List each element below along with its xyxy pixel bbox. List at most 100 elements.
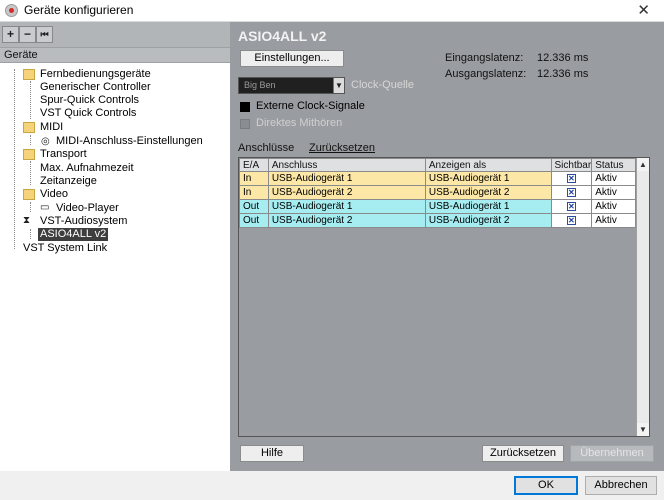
- tree-node-midi[interactable]: MIDI: [40, 121, 63, 134]
- cancel-button[interactable]: Abbrechen: [585, 476, 657, 495]
- connections-table: E/A Anschluss Anzeigen als Sichtbar Stat…: [238, 157, 650, 437]
- chevron-up-icon[interactable]: ▲: [637, 158, 649, 171]
- tree-node-track-quick-controls[interactable]: Spur-Quick Controls: [40, 94, 139, 107]
- column-header-visible[interactable]: Sichtbar: [550, 158, 593, 172]
- input-latency-label: Eingangslatenz:: [445, 52, 524, 64]
- help-button[interactable]: Hilfe: [240, 445, 304, 462]
- visible-checkbox[interactable]: ✕: [566, 216, 576, 225]
- tree-node-video-player[interactable]: Video-Player: [56, 202, 119, 215]
- folder-icon: [23, 189, 35, 200]
- clock-source-select[interactable]: Big Ben ▼: [238, 77, 345, 94]
- direct-monitor-checkbox[interactable]: [240, 119, 250, 129]
- status-cell: Aktiv: [591, 185, 636, 200]
- column-header-show-as[interactable]: Anzeigen als: [424, 158, 552, 172]
- port-cell: USB-Audiogerät 2: [267, 213, 426, 228]
- output-latency-label: Ausgangslatenz:: [445, 68, 527, 80]
- reset-connections-link[interactable]: Zurücksetzen: [309, 142, 375, 154]
- show-as-cell[interactable]: USB-Audiogerät 1: [424, 199, 552, 214]
- status-cell: Aktiv: [591, 171, 636, 186]
- tree-node-asio4all[interactable]: ASIO4ALL v2: [38, 228, 109, 241]
- dialog-footer: OK Abbrechen: [0, 471, 664, 500]
- visible-checkbox[interactable]: ✕: [566, 188, 576, 197]
- table-scrollbar[interactable]: ▲ ▼: [636, 158, 649, 436]
- device-toolbar: + − ⏮: [0, 22, 230, 48]
- port-cell: USB-Audiogerät 1: [267, 199, 426, 214]
- connections-label: Anschlüsse: [238, 142, 295, 154]
- clock-source-label: Clock-Quelle: [351, 79, 414, 91]
- external-clock-label: Externe Clock-Signale: [256, 100, 365, 112]
- output-latency-value: 12.336 ms: [537, 68, 589, 80]
- io-cell: Out: [239, 199, 269, 214]
- device-settings-pane: ASIO4ALL v2 Einstellungen... Eingangslat…: [230, 22, 664, 471]
- folder-icon: [23, 149, 35, 160]
- remove-device-button[interactable]: −: [19, 26, 36, 43]
- folder-icon: [23, 122, 35, 133]
- tree-connector: [14, 69, 15, 249]
- visible-cell: ✕: [550, 185, 593, 200]
- tree-node-remote-devices[interactable]: Fernbedienungsgeräte: [40, 68, 151, 81]
- device-list-pane: + − ⏮ Geräte Fernbedienungsgeräte Generi…: [0, 22, 230, 471]
- column-header-io[interactable]: E/A: [239, 158, 269, 172]
- visible-checkbox[interactable]: ✕: [566, 174, 576, 183]
- show-as-cell[interactable]: USB-Audiogerät 2: [424, 213, 552, 228]
- tree-node-vst-system-link[interactable]: VST System Link: [23, 242, 107, 255]
- window-title: Geräte konfigurieren: [24, 3, 134, 17]
- cubase-logo-icon: [5, 4, 18, 17]
- close-icon[interactable]: ✕: [637, 1, 650, 19]
- panel-title: ASIO4ALL v2: [238, 28, 327, 44]
- visible-checkbox[interactable]: ✕: [566, 202, 576, 211]
- settings-button[interactable]: Einstellungen...: [240, 50, 344, 67]
- show-as-cell[interactable]: USB-Audiogerät 2: [424, 185, 552, 200]
- io-cell: In: [239, 185, 269, 200]
- device-tree: Fernbedienungsgeräte Generischer Control…: [0, 62, 230, 471]
- external-clock-checkbox[interactable]: [240, 102, 250, 112]
- status-cell: Aktiv: [591, 199, 636, 214]
- apply-button[interactable]: Übernehmen: [570, 445, 654, 462]
- reset-device-button[interactable]: ⏮: [36, 26, 53, 43]
- visible-cell: ✕: [550, 199, 593, 214]
- tree-connector: [30, 135, 31, 145]
- visible-cell: ✕: [550, 213, 593, 228]
- reset-button[interactable]: Zurücksetzen: [482, 445, 564, 462]
- tree-node-time-display[interactable]: Zeitanzeige: [40, 175, 97, 188]
- tree-node-generic-controller[interactable]: Generischer Controller: [40, 81, 151, 94]
- input-latency-value: 12.336 ms: [537, 52, 589, 64]
- chevron-down-icon[interactable]: ▼: [637, 423, 649, 436]
- status-cell: Aktiv: [591, 213, 636, 228]
- ok-button[interactable]: OK: [514, 476, 578, 495]
- tree-connector: [30, 161, 31, 185]
- title-bar: Geräte konfigurieren ✕: [0, 0, 664, 22]
- tree-node-video[interactable]: Video: [40, 188, 68, 201]
- video-player-icon: ▭: [40, 202, 50, 213]
- io-cell: In: [239, 171, 269, 186]
- tree-node-max-record-time[interactable]: Max. Aufnahmezeit: [40, 162, 134, 175]
- tree-connector: [30, 229, 31, 239]
- direct-monitor-label: Direktes Mithören: [256, 117, 343, 129]
- port-cell: USB-Audiogerät 2: [267, 185, 426, 200]
- table-row[interactable]: Out USB-Audiogerät 2 USB-Audiogerät 2 ✕ …: [239, 213, 636, 228]
- table-header-row: E/A Anschluss Anzeigen als Sichtbar Stat…: [239, 158, 636, 172]
- visible-cell: ✕: [550, 171, 593, 186]
- table-row[interactable]: In USB-Audiogerät 1 USB-Audiogerät 1 ✕ A…: [239, 171, 636, 186]
- tree-node-transport[interactable]: Transport: [40, 148, 87, 161]
- table-row[interactable]: In USB-Audiogerät 2 USB-Audiogerät 2 ✕ A…: [239, 185, 636, 200]
- connections-grid: E/A Anschluss Anzeigen als Sichtbar Stat…: [239, 158, 636, 228]
- clock-source-value: Big Ben: [244, 80, 276, 90]
- midi-port-icon: ◎: [41, 136, 50, 147]
- audio-system-icon: ⧗: [23, 215, 31, 226]
- chevron-down-icon[interactable]: ▼: [333, 78, 344, 93]
- table-row[interactable]: Out USB-Audiogerät 1 USB-Audiogerät 1 ✕ …: [239, 199, 636, 214]
- tree-node-vst-quick-controls[interactable]: VST Quick Controls: [40, 107, 136, 120]
- tree-connector: [30, 81, 31, 119]
- tree-connector: [30, 202, 31, 212]
- tree-node-midi-port-settings[interactable]: MIDI-Anschluss-Einstellungen: [56, 135, 203, 148]
- devices-header: Geräte: [4, 49, 38, 61]
- io-cell: Out: [239, 213, 269, 228]
- tree-node-vst-audio-system[interactable]: VST-Audiosystem: [40, 215, 127, 228]
- show-as-cell[interactable]: USB-Audiogerät 1: [424, 171, 552, 186]
- column-header-status[interactable]: Status: [591, 158, 636, 172]
- folder-icon: [23, 69, 35, 80]
- add-device-button[interactable]: +: [2, 26, 19, 43]
- port-cell: USB-Audiogerät 1: [267, 171, 426, 186]
- column-header-port[interactable]: Anschluss: [267, 158, 426, 172]
